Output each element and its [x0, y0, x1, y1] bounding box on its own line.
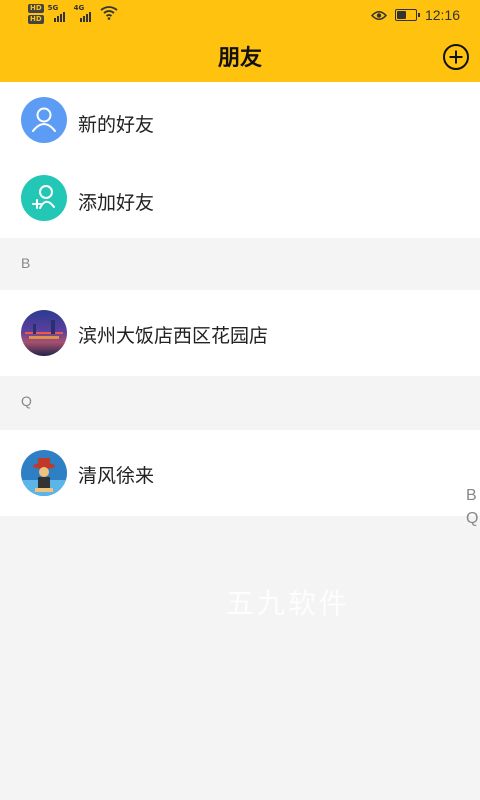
signal-indicators: HD HD 5G 4G: [28, 4, 118, 24]
alphabet-index[interactable]: B Q: [466, 484, 478, 530]
add-icon[interactable]: [443, 44, 469, 70]
wifi-icon: [100, 6, 118, 20]
contact-item[interactable]: 滨州大饭店西区花园店: [0, 290, 480, 376]
contact-avatar: [21, 310, 67, 356]
section-letter: B: [21, 255, 31, 271]
section-header-b: B: [0, 238, 480, 290]
page-title: 朋友: [217, 46, 262, 71]
hd-badge: HD: [28, 4, 44, 13]
section-header-q: Q: [0, 376, 480, 428]
new-friends-label: 新的好友: [78, 114, 155, 136]
network-label: 4G: [73, 4, 85, 12]
hd-badge: HD: [28, 15, 44, 24]
person-icon: [21, 97, 67, 143]
add-person-icon: [21, 175, 67, 221]
battery-icon: [394, 9, 420, 21]
watermark: 五九软件: [226, 587, 351, 620]
contact-avatar: [21, 450, 67, 496]
network-label: 5G: [47, 4, 59, 12]
clock: 12:16: [424, 7, 460, 23]
add-friend-item[interactable]: 添加好友: [0, 160, 480, 238]
battery-fill: [396, 11, 406, 19]
contact-item[interactable]: 清风徐来: [0, 430, 480, 516]
signal-icon: 5G: [48, 4, 70, 24]
contact-name: 清风徐来: [78, 465, 155, 487]
contact-name: 滨州大饭店西区花园店: [78, 325, 269, 347]
eye-icon: [370, 10, 387, 20]
signal-icon: 4G: [74, 4, 96, 24]
new-friends-item[interactable]: 新的好友: [0, 82, 480, 160]
index-letter[interactable]: Q: [466, 507, 478, 530]
index-letter[interactable]: B: [466, 484, 478, 507]
status-bar: HD HD 5G 4G 12:16: [0, 0, 480, 32]
section-letter: Q: [21, 393, 32, 409]
add-friend-label: 添加好友: [78, 192, 155, 214]
